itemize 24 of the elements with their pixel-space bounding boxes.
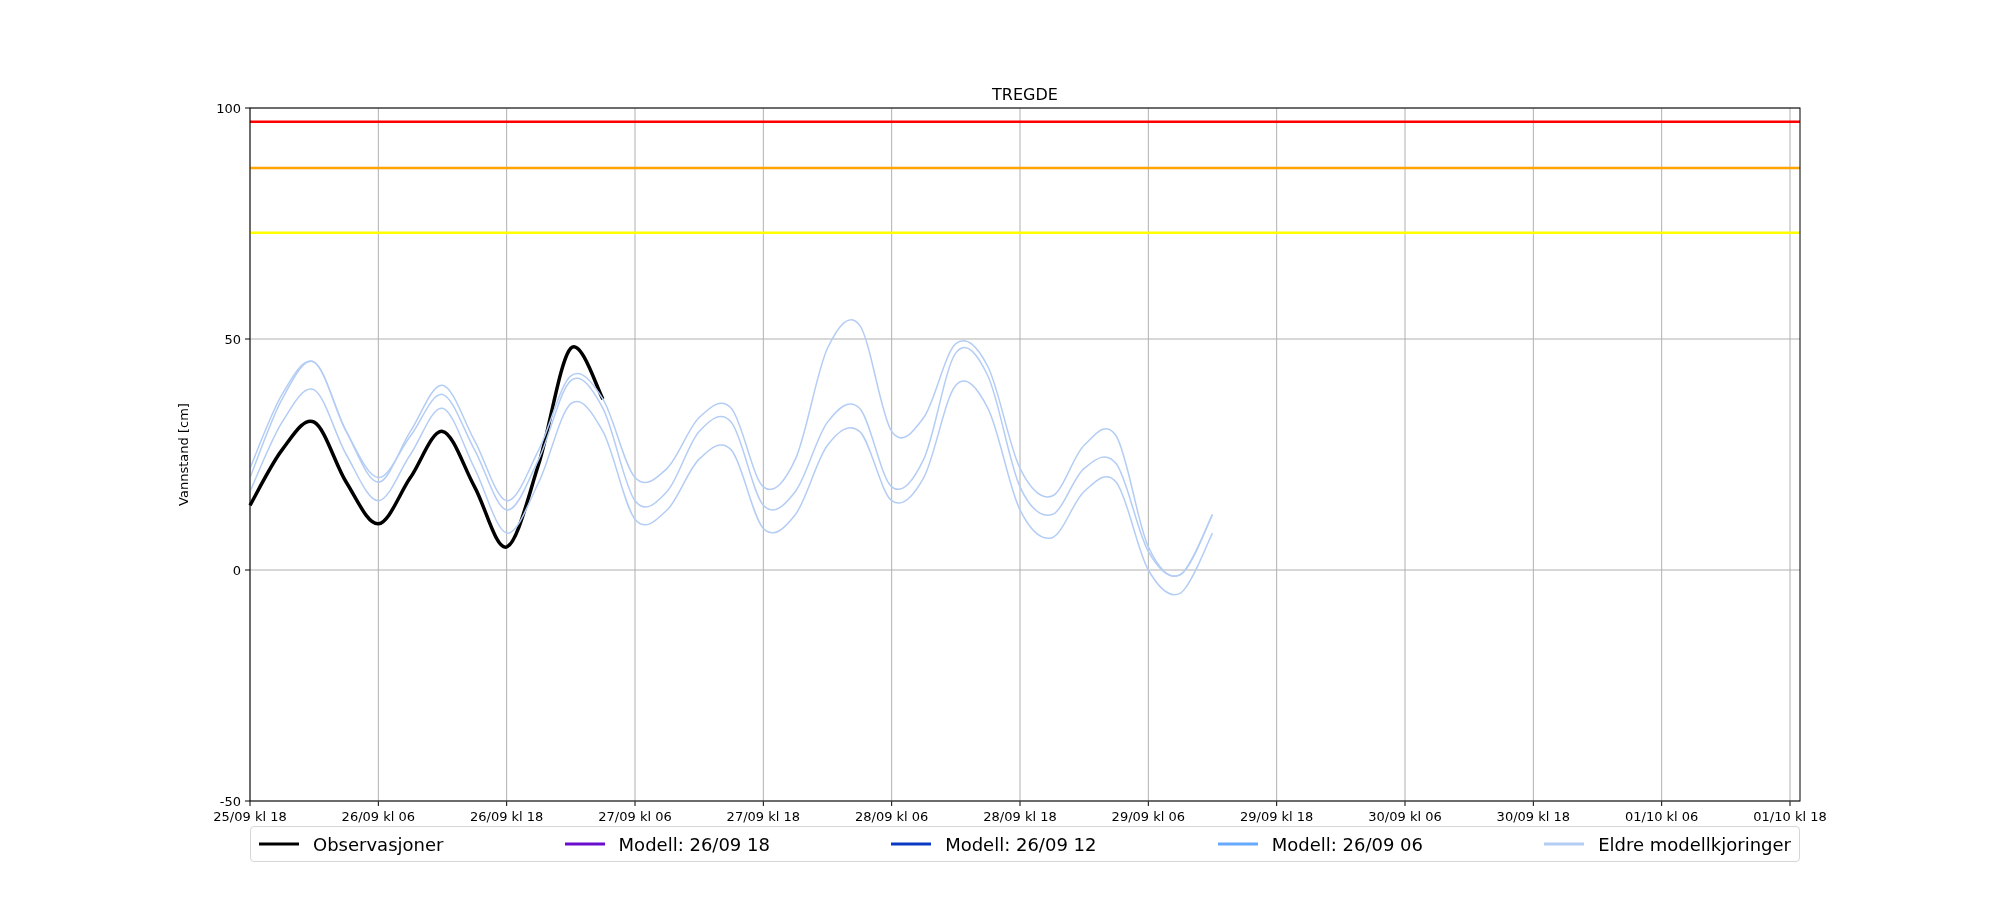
- x-tick-label: 28/09 kl 18: [983, 809, 1057, 824]
- x-tick-label: 29/09 kl 06: [1111, 809, 1186, 824]
- x-tick-label: 30/09 kl 06: [1368, 809, 1442, 824]
- x-tick-label: 01/10 kl 06: [1624, 809, 1699, 824]
- x-tick-label: 28/09 kl 06: [854, 809, 929, 824]
- legend-label: Eldre modellkjoringer: [1598, 832, 1791, 857]
- legend-label: Modell: 26/09 06: [1271, 832, 1423, 857]
- x-tick-label: 01/10 kl 18: [1753, 809, 1827, 824]
- legend-label: Modell: 26/09 12: [945, 832, 1097, 857]
- chart-title: TREGDE: [992, 85, 1058, 104]
- x-tick-label: 25/09 kl 18: [213, 809, 287, 824]
- legend-label: Modell: 26/09 18: [618, 832, 770, 857]
- legend-label: Observasjoner: [313, 832, 444, 857]
- x-tick-label: 29/09 kl 18: [1239, 809, 1314, 824]
- y-axis-label: Vannstand [cm]: [176, 403, 191, 506]
- y-tick-label: -50: [219, 794, 241, 809]
- x-tick-label: 27/09 kl 18: [726, 809, 801, 824]
- x-tick-label: 26/09 kl 18: [469, 809, 544, 824]
- x-tick-label: 30/09 kl 18: [1496, 809, 1571, 824]
- y-tick-label: 50: [224, 332, 241, 347]
- y-tick-label: 0: [232, 563, 241, 578]
- y-tick-label: 100: [216, 101, 241, 116]
- x-tick-label: 26/09 kl 06: [341, 809, 416, 824]
- x-tick-label: 27/09 kl 06: [598, 809, 672, 824]
